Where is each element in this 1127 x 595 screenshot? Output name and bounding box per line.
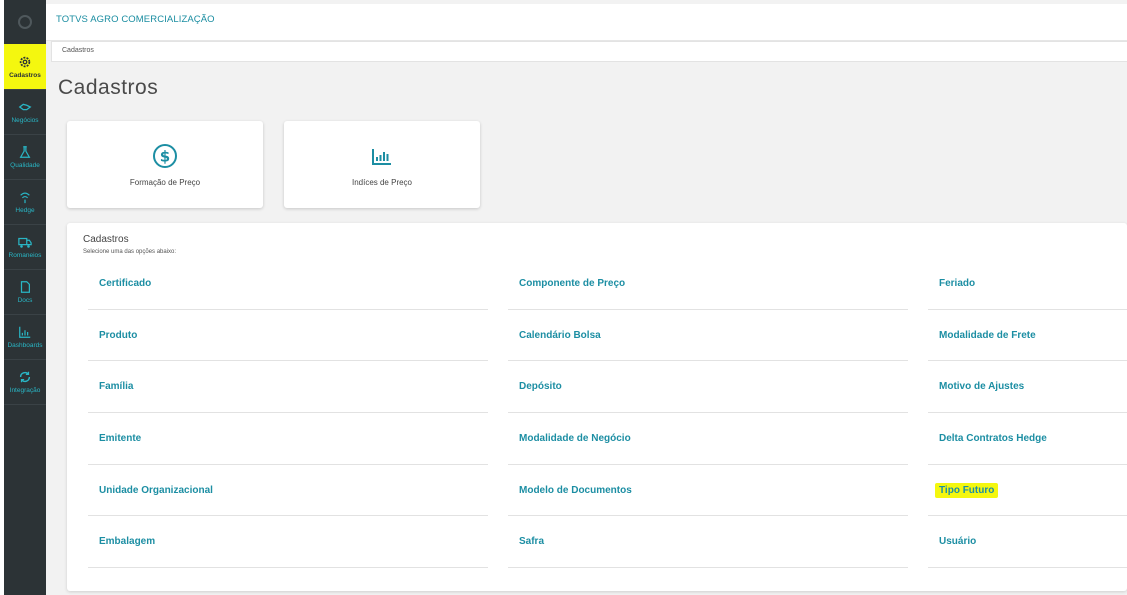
- signal-icon: [20, 192, 30, 204]
- flask-icon: [19, 146, 31, 158]
- option-calendario-bolsa[interactable]: Calendário Bolsa: [508, 310, 908, 362]
- logo-icon: [18, 15, 32, 29]
- svg-text:$: $: [160, 147, 170, 165]
- sidebar-item-docs[interactable]: Docs: [4, 270, 46, 315]
- panel-title: Cadastros: [83, 234, 129, 245]
- sync-icon: [19, 371, 31, 383]
- sidebar-item-integracao[interactable]: Integração: [4, 360, 46, 405]
- card-label: Formação de Preço: [129, 177, 201, 187]
- options-column-2: Componente de Preço Calendário Bolsa Dep…: [508, 258, 908, 569]
- option-certificado[interactable]: Certificado: [88, 258, 488, 310]
- option-feriado[interactable]: Feriado: [928, 258, 1127, 310]
- app-logo: [4, 0, 46, 44]
- option-usuario[interactable]: Usuário: [928, 516, 1127, 569]
- handshake-icon: [18, 103, 32, 111]
- option-unidade-organizacional[interactable]: Unidade Organizacional: [88, 465, 488, 517]
- option-safra[interactable]: Safra: [508, 516, 908, 569]
- option-familia[interactable]: Família: [88, 361, 488, 414]
- option-tipo-futuro[interactable]: Tipo Futuro: [928, 465, 1127, 517]
- top-bar: TOTVS AGRO COMERCIALIZAÇÃO: [46, 4, 1127, 41]
- sidebar-item-romaneios[interactable]: Romaneios: [4, 225, 46, 270]
- option-embalagem[interactable]: Embalagem: [88, 516, 488, 569]
- option-label-highlighted: Tipo Futuro: [935, 482, 999, 498]
- option-delta-contratos-hedge[interactable]: Delta Contratos Hedge: [928, 413, 1127, 465]
- breadcrumb-item[interactable]: Cadastros: [62, 47, 94, 54]
- sidebar-item-label: Hedge: [15, 207, 35, 214]
- document-icon: [20, 281, 30, 293]
- cadastros-panel: Cadastros Selecione uma das opções abaix…: [67, 223, 1127, 591]
- sidebar-item-label: Qualidade: [10, 162, 40, 169]
- option-deposito[interactable]: Depósito: [508, 361, 908, 414]
- sidebar: Cadastros Negócios Qualidade Hedge Roman…: [4, 0, 46, 595]
- sidebar-item-label: Dashboards: [7, 342, 43, 349]
- breadcrumb: Cadastros: [51, 41, 1127, 62]
- sidebar-item-hedge[interactable]: Hedge: [4, 180, 46, 225]
- options-column-1: Certificado Produto Família Emitente Uni…: [88, 258, 488, 569]
- panel-subtitle: Selecione uma das opções abaixo:: [83, 249, 177, 255]
- sidebar-item-label: Negócios: [11, 117, 39, 124]
- gear-icon: [19, 56, 31, 67]
- card-indices-de-preco[interactable]: Indíces de Preço: [284, 121, 480, 208]
- truck-icon: [18, 237, 32, 248]
- bar-chart-icon: [19, 326, 31, 338]
- option-motivo-de-ajustes[interactable]: Motivo de Ajustes: [928, 361, 1127, 414]
- bar-chart-icon: [372, 148, 391, 165]
- sidebar-item-qualidade[interactable]: Qualidade: [4, 135, 46, 180]
- option-produto[interactable]: Produto: [88, 310, 488, 362]
- sidebar-item-cadastros[interactable]: Cadastros: [4, 44, 46, 90]
- card-formacao-de-preco[interactable]: $ Formação de Preço: [67, 121, 263, 208]
- sidebar-item-dashboards[interactable]: Dashboards: [4, 315, 46, 360]
- sidebar-item-label: Docs: [17, 297, 33, 304]
- option-emitente[interactable]: Emitente: [88, 413, 488, 465]
- sidebar-item-label: Integração: [9, 387, 41, 394]
- main-content: TOTVS AGRO COMERCIALIZAÇÃO Cadastros Cad…: [46, 0, 1127, 595]
- option-modalidade-de-frete[interactable]: Modalidade de Frete: [928, 310, 1127, 362]
- dollar-circle-icon: $: [153, 143, 177, 168]
- sidebar-item-negocios[interactable]: Negócios: [4, 90, 46, 135]
- sidebar-item-label: Cadastros: [9, 71, 41, 79]
- app-title: TOTVS AGRO COMERCIALIZAÇÃO: [56, 14, 215, 25]
- option-modalidade-de-negocio[interactable]: Modalidade de Negócio: [508, 413, 908, 465]
- sidebar-item-label: Romaneios: [8, 252, 42, 259]
- option-componente-de-preco[interactable]: Componente de Preço: [508, 258, 908, 310]
- page-title: Cadastros: [58, 76, 159, 99]
- card-label: Indíces de Preço: [351, 177, 413, 187]
- options-column-3: Feriado Modalidade de Frete Motivo de Aj…: [928, 258, 1127, 569]
- option-modelo-de-documentos[interactable]: Modelo de Documentos: [508, 465, 908, 517]
